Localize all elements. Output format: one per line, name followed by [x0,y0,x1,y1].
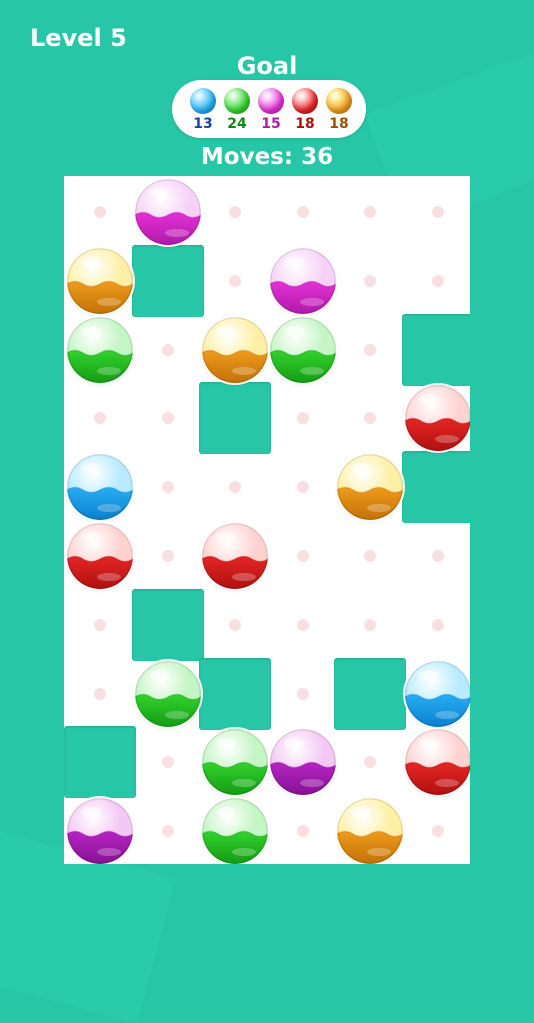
ball-purple[interactable] [269,729,336,796]
empty-cell-dot [161,756,174,769]
moves-counter: Moves: 36 [200,144,334,170]
blocked-cell [334,657,406,730]
ball-red[interactable] [404,385,470,452]
blocked-cell [401,313,470,386]
empty-cell-dot [431,274,444,287]
goal-item-pink: 15 [256,88,286,132]
goal-item-blue: 13 [188,88,218,132]
empty-cell-dot [296,550,309,562]
goal-item-green: 24 [222,88,252,132]
ball-orange[interactable] [67,247,133,314]
empty-cell-dot [431,618,444,631]
goal-count: 15 [261,116,281,132]
ball-blue[interactable] [404,660,470,727]
empty-cell-dot [364,756,376,769]
empty-cell-dot [161,481,174,494]
ball-orange[interactable] [202,316,268,383]
ball-green[interactable] [269,316,336,383]
goal-item-orange: 18 [324,88,354,132]
goal-item-red: 18 [290,88,320,132]
ball-green[interactable] [134,660,201,727]
goal-ball-icon [292,88,318,114]
goal-panel: 13 24 15 18 18 [172,80,366,138]
empty-cell-dot [94,618,106,631]
ball-red[interactable] [67,523,133,589]
ball-orange[interactable] [337,454,403,521]
empty-cell-dot [229,618,241,631]
goal-ball-icon [190,88,216,114]
blocked-cell [64,726,136,799]
empty-cell-dot [94,412,106,425]
empty-cell-dot [431,550,444,562]
goal-ball-icon [326,88,352,114]
ball-red[interactable] [404,729,470,796]
empty-cell-dot [364,550,376,562]
empty-cell-dot [229,481,241,494]
blocked-cell [199,382,271,455]
blocked-cell [131,588,204,661]
ball-green[interactable] [202,729,268,796]
game-board[interactable] [64,176,470,864]
ball-red[interactable] [202,523,268,589]
ball-blue[interactable] [67,454,133,521]
ball-green[interactable] [67,316,133,383]
empty-cell-dot [364,412,376,425]
empty-cell-dot [364,206,376,218]
ball-orange[interactable] [337,798,403,864]
blocked-cell [131,244,204,317]
empty-cell-dot [229,274,241,287]
empty-cell-dot [161,412,174,425]
ball-pink[interactable] [134,179,201,245]
empty-cell-dot [94,206,106,218]
empty-cell-dot [296,206,309,218]
empty-cell-dot [229,206,241,218]
goal-title: Goal [236,52,298,80]
empty-cell-dot [364,618,376,631]
level-label: Level 5 [30,24,127,52]
ball-purple[interactable] [67,798,133,864]
blocked-cell [401,451,470,524]
empty-cell-dot [296,412,309,425]
ball-green[interactable] [202,798,268,864]
empty-cell-dot [431,825,444,838]
empty-cell-dot [161,550,174,562]
empty-cell-dot [431,206,444,218]
goal-count: 13 [193,116,213,132]
empty-cell-dot [296,825,309,838]
empty-cell-dot [364,274,376,287]
goal-count: 18 [295,116,315,132]
ball-pink[interactable] [269,247,336,314]
empty-cell-dot [94,687,106,700]
goal-count: 18 [329,116,349,132]
empty-cell-dot [296,481,309,494]
goal-ball-icon [258,88,284,114]
empty-cell-dot [161,825,174,838]
blocked-cell [199,657,271,730]
empty-cell-dot [296,687,309,700]
goal-ball-icon [224,88,250,114]
empty-cell-dot [296,618,309,631]
empty-cell-dot [364,343,376,356]
goal-count: 24 [227,116,247,132]
empty-cell-dot [161,343,174,356]
